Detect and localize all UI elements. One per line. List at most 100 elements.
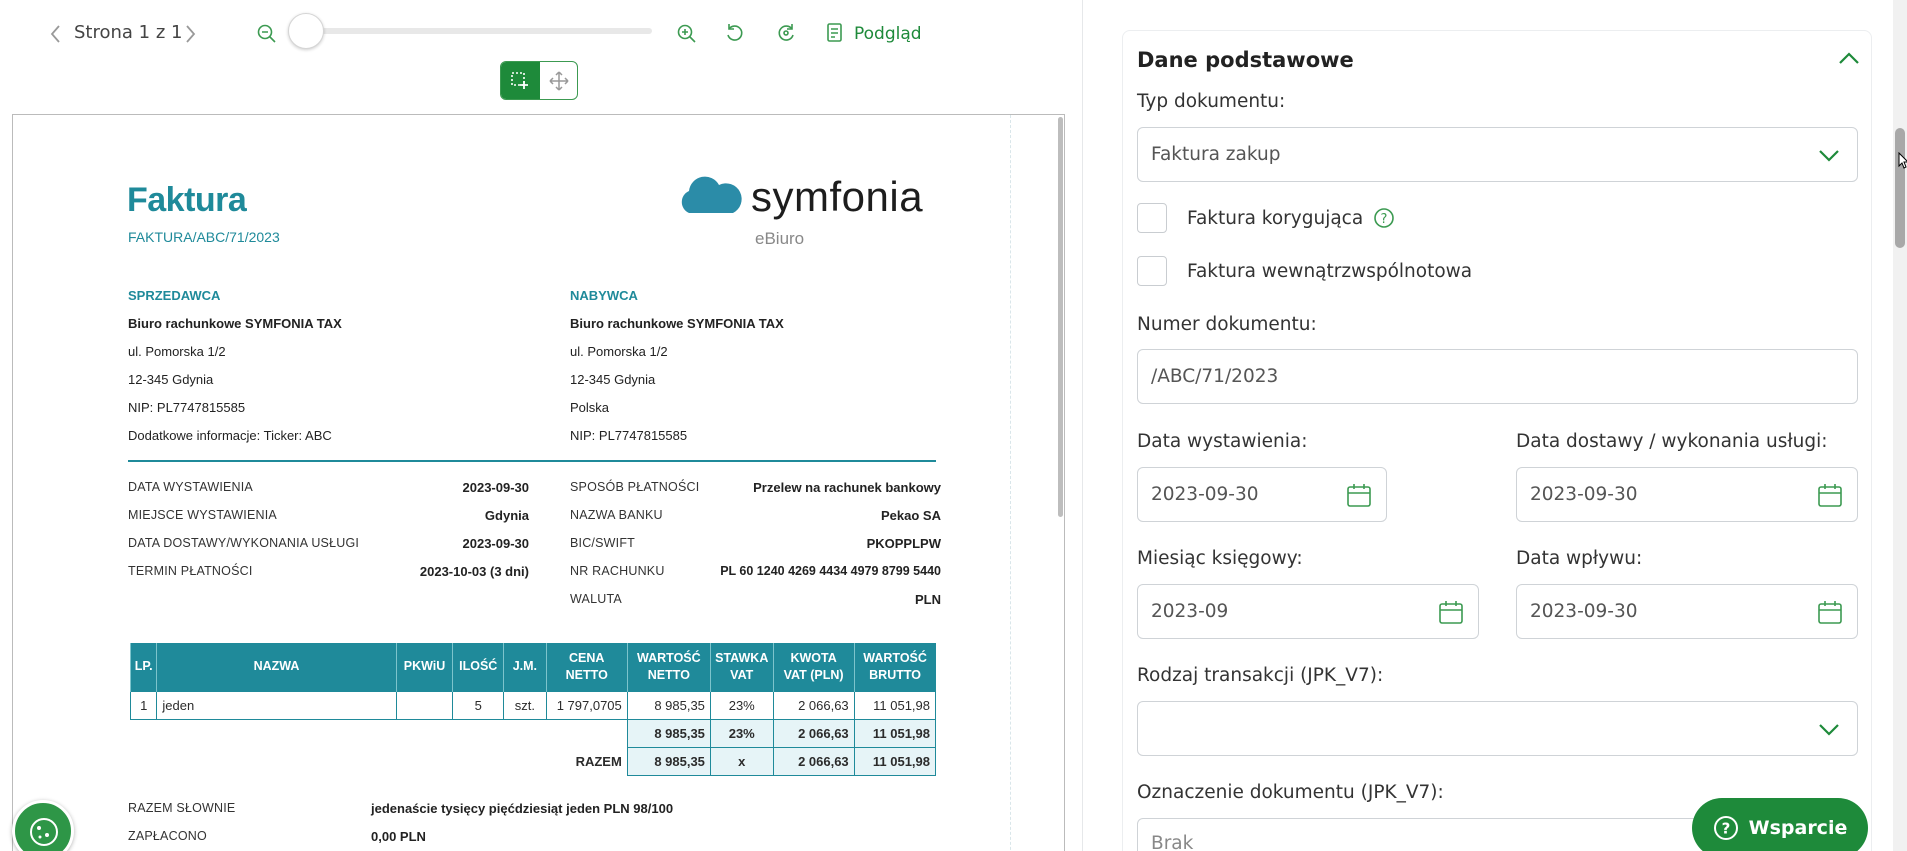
receipt-date-label: Data wpływu:: [1516, 548, 1643, 569]
column-header: WARTOŚĆ NETTO: [626, 643, 711, 691]
detail-value: Pekao SA: [881, 508, 941, 523]
table-row: 1 jeden 5 szt. 1 797,0705 8 985,35 23% 2…: [129, 690, 937, 720]
cell: 2 066,63: [772, 690, 855, 720]
chevron-left-icon[interactable]: [48, 24, 64, 44]
page-edge: [1010, 115, 1011, 851]
calendar-icon[interactable]: [1817, 483, 1843, 509]
chevron-down-icon: [1819, 150, 1839, 162]
seller-nip: NIP: PL7747815585: [128, 400, 246, 415]
zoom-in-icon[interactable]: [676, 23, 698, 45]
month-input[interactable]: 2023-09: [1137, 584, 1479, 639]
tool-toggle: [500, 61, 578, 100]
page-scrollbar-thumb[interactable]: [1895, 128, 1905, 248]
cloud-logo-icon: [681, 176, 742, 213]
doc-marking-value: Brak: [1151, 833, 1194, 851]
cell: 8 985,35: [626, 718, 711, 748]
doc-number-value: /ABC/71/2023: [1151, 366, 1279, 387]
detail-value: Przelew na rachunek bankowy: [753, 480, 941, 495]
buyer-header: NABYWCA: [570, 288, 638, 303]
intra-community-checkbox[interactable]: [1137, 256, 1167, 286]
corrective-checkbox[interactable]: [1137, 203, 1167, 233]
zoom-slider-track[interactable]: [300, 28, 652, 34]
subtotal-row: 8 985,35 23% 2 066,63 11 051,98: [131, 718, 937, 748]
calendar-icon[interactable]: [1817, 600, 1843, 626]
preview-scrollbar[interactable]: [1058, 117, 1063, 517]
transaction-type-select[interactable]: [1137, 701, 1858, 756]
calendar-icon[interactable]: [1346, 483, 1372, 509]
detail-value: PLN: [915, 592, 941, 607]
support-button[interactable]: ? Wsparcie: [1692, 798, 1868, 851]
detail-label: WALUTA: [570, 592, 622, 606]
cell: szt.: [503, 690, 547, 720]
buyer-nip: NIP: PL7747815585: [570, 428, 688, 443]
cell: 8 985,35: [626, 746, 711, 776]
detail-value: PKOPPLPW: [866, 536, 941, 551]
doc-type-value: Faktura zakup: [1151, 144, 1281, 165]
corrective-label: Faktura korygująca: [1187, 208, 1364, 229]
issue-date-input[interactable]: 2023-09-30: [1137, 467, 1387, 522]
seller-name: Biuro rachunkowe SYMFONIA TAX: [128, 316, 342, 331]
detail-value: 2023-10-03 (3 dni): [419, 564, 529, 579]
zoom-out-icon[interactable]: [256, 23, 278, 45]
total-row: RAZEM 8 985,35 x 2 066,63 11 051,98: [131, 746, 937, 776]
rotate-left-icon[interactable]: [724, 22, 746, 44]
detail-label: MIEJSCE WYSTAWIENIA: [128, 508, 277, 522]
column-header: STAWKA VAT: [709, 643, 774, 691]
doc-type-select[interactable]: Faktura zakup: [1137, 127, 1858, 182]
help-icon[interactable]: ?: [1373, 207, 1395, 229]
detail-label: DATA WYSTAWIENIA: [128, 480, 253, 494]
select-tool-button[interactable]: [501, 62, 540, 99]
seller-header: SPRZEDAWCA: [128, 288, 221, 303]
month-value: 2023-09: [1151, 601, 1229, 622]
rotate-right-icon[interactable]: [775, 22, 797, 44]
column-header: LP.: [129, 643, 157, 691]
doc-number-input[interactable]: /ABC/71/2023: [1137, 349, 1858, 404]
cell: 2 066,63: [772, 718, 855, 748]
pan-tool-button[interactable]: [540, 62, 577, 99]
column-header: CENA NETTO: [545, 643, 628, 691]
delivery-date-input[interactable]: 2023-09-30: [1516, 467, 1858, 522]
preview-button[interactable]: Podgląd: [854, 24, 922, 44]
detail-label: DATA DOSTAWY/WYKONANIA USŁUGI: [128, 536, 360, 550]
detail-value: Gdynia: [484, 508, 529, 523]
calendar-icon[interactable]: [1438, 600, 1464, 626]
cell: 23%: [709, 690, 774, 720]
svg-text:?: ?: [1381, 212, 1388, 227]
column-header: WARTOŚĆ BRUTTO: [853, 643, 936, 691]
buyer-city: 12-345 Gdynia: [570, 372, 656, 387]
detail-label: SPOSÓB PŁATNOŚCI: [570, 480, 700, 494]
seller-city: 12-345 Gdynia: [128, 372, 214, 387]
column-header: ILOŚĆ: [452, 643, 504, 691]
cell: 8 985,35: [626, 690, 711, 720]
zoom-slider-handle[interactable]: [288, 13, 324, 49]
cell: x: [709, 746, 774, 776]
receipt-date-input[interactable]: 2023-09-30: [1516, 584, 1858, 639]
cell: 1: [129, 690, 158, 720]
preview-doc-icon[interactable]: [826, 22, 844, 44]
delivery-date-label: Data dostawy / wykonania usługi:: [1516, 431, 1828, 452]
issue-date-value: 2023-09-30: [1151, 484, 1259, 505]
detail-value: 2023-09-30: [462, 480, 530, 495]
chevron-right-icon[interactable]: [182, 24, 198, 44]
cell: 11 051,98: [853, 718, 937, 748]
receipt-date-value: 2023-09-30: [1530, 601, 1638, 622]
svg-text:?: ?: [1721, 820, 1730, 838]
detail-label: BIC/SWIFT: [570, 536, 635, 550]
detail-label: TERMIN PŁATNOŚCI: [128, 564, 253, 578]
document-preview[interactable]: Faktura FAKTURA/ABC/71/2023 symfonia eBi…: [12, 114, 1065, 851]
words-label: RAZEM SŁOWNIE: [128, 801, 236, 815]
detail-label: NAZWA BANKU: [570, 508, 663, 522]
total-label: RAZEM: [575, 753, 622, 769]
buyer-street: ul. Pomorska 1/2: [570, 344, 668, 359]
section-title: Dane podstawowe: [1137, 48, 1354, 72]
column-header: J.M.: [503, 643, 547, 691]
cell: 11 051,98: [853, 690, 937, 720]
buyer-name: Biuro rachunkowe SYMFONIA TAX: [570, 316, 784, 331]
invoice-title: Faktura: [127, 181, 247, 219]
chevron-up-icon[interactable]: [1837, 50, 1861, 66]
buyer-country: Polska: [570, 400, 610, 415]
words-value: jedenaście tysięcy pięćdziesiąt jeden PL…: [371, 801, 674, 816]
doc-marking-label: Oznaczenie dokumentu (JPK_V7):: [1137, 782, 1444, 803]
detail-value: PL 60 1240 4269 4434 4979 8799 5440: [720, 564, 941, 578]
doc-number-label: Numer dokumentu:: [1137, 314, 1317, 335]
